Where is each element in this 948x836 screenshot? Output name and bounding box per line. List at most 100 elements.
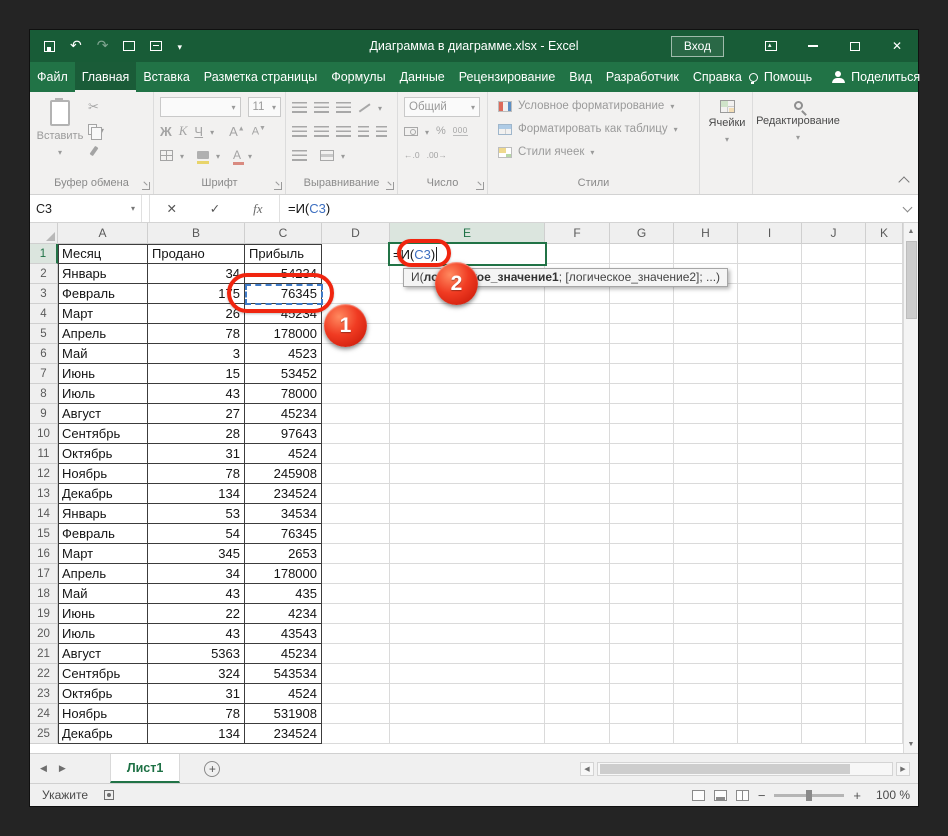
row-header-17[interactable]: 17: [30, 564, 58, 584]
cell-A3[interactable]: Февраль: [58, 284, 148, 304]
cell-D16[interactable]: [322, 544, 390, 564]
column-header-B[interactable]: B: [148, 223, 245, 244]
cell-E5[interactable]: [390, 324, 545, 344]
cell-J15[interactable]: [802, 524, 866, 544]
ribbon-tab[interactable]: Справка: [686, 62, 749, 92]
cell-C25[interactable]: 234524: [245, 724, 322, 744]
cell-C24[interactable]: 531908: [245, 704, 322, 724]
cell-H13[interactable]: [674, 484, 738, 504]
font-color-button[interactable]: А: [233, 149, 245, 165]
row-header-19[interactable]: 19: [30, 604, 58, 624]
cell-K8[interactable]: [866, 384, 903, 404]
cell-K7[interactable]: [866, 364, 903, 384]
cell-J9[interactable]: [802, 404, 866, 424]
cell-I6[interactable]: [738, 344, 802, 364]
cell-F20[interactable]: [545, 624, 610, 644]
cell-H7[interactable]: [674, 364, 738, 384]
cell-D7[interactable]: [322, 364, 390, 384]
cell-H19[interactable]: [674, 604, 738, 624]
row-header-5[interactable]: 5: [30, 324, 58, 344]
cell-F23[interactable]: [545, 684, 610, 704]
cell-H14[interactable]: [674, 504, 738, 524]
cell-B15[interactable]: 54: [148, 524, 245, 544]
vertical-scroll-thumb[interactable]: [905, 241, 917, 319]
cell-C23[interactable]: 4524: [245, 684, 322, 704]
cell-C11[interactable]: 4524: [245, 444, 322, 464]
ribbon-tab[interactable]: Рецензирование: [452, 62, 563, 92]
cell-C13[interactable]: 234524: [245, 484, 322, 504]
cell-F1[interactable]: [545, 244, 610, 264]
cell-B25[interactable]: 134: [148, 724, 245, 744]
borders-icon[interactable]: [160, 149, 173, 161]
cell-D14[interactable]: [322, 504, 390, 524]
redo-button[interactable]: [97, 30, 109, 62]
bold-button[interactable]: Ж: [160, 124, 172, 139]
cell-A2[interactable]: Январь: [58, 264, 148, 284]
align-bottom-icon[interactable]: [336, 101, 351, 113]
orientation-icon[interactable]: [358, 102, 371, 113]
cell-G17[interactable]: [610, 564, 674, 584]
cell-C19[interactable]: 4234: [245, 604, 322, 624]
cell-J8[interactable]: [802, 384, 866, 404]
row-header-13[interactable]: 13: [30, 484, 58, 504]
copy-button[interactable]: [88, 121, 104, 140]
name-box[interactable]: C3 ▾: [30, 195, 142, 222]
cell-I20[interactable]: [738, 624, 802, 644]
cell-I10[interactable]: [738, 424, 802, 444]
paste-button[interactable]: Вставить: [36, 96, 84, 177]
scroll-up-icon[interactable]: ▲: [904, 223, 918, 240]
cell-A23[interactable]: Октябрь: [58, 684, 148, 704]
cell-B19[interactable]: 22: [148, 604, 245, 624]
row-header-11[interactable]: 11: [30, 444, 58, 464]
cell-B22[interactable]: 324: [148, 664, 245, 684]
row-header-21[interactable]: 21: [30, 644, 58, 664]
ribbon-tab[interactable]: Разработчик: [599, 62, 686, 92]
cell-B16[interactable]: 345: [148, 544, 245, 564]
cell-G19[interactable]: [610, 604, 674, 624]
cell-E19[interactable]: [390, 604, 545, 624]
cell-A13[interactable]: Декабрь: [58, 484, 148, 504]
cell-H22[interactable]: [674, 664, 738, 684]
cell-H5[interactable]: [674, 324, 738, 344]
cell-E14[interactable]: [390, 504, 545, 524]
cell-I21[interactable]: [738, 644, 802, 664]
row-header-10[interactable]: 10: [30, 424, 58, 444]
row-header-6[interactable]: 6: [30, 344, 58, 364]
cell-F21[interactable]: [545, 644, 610, 664]
cell-G13[interactable]: [610, 484, 674, 504]
cell-H4[interactable]: [674, 304, 738, 324]
cell-G6[interactable]: [610, 344, 674, 364]
cell-G4[interactable]: [610, 304, 674, 324]
save-button[interactable]: [44, 30, 55, 62]
cell-B6[interactable]: 3: [148, 344, 245, 364]
cell-K9[interactable]: [866, 404, 903, 424]
cell-G21[interactable]: [610, 644, 674, 664]
increase-indent-icon[interactable]: [376, 125, 387, 137]
cell-D13[interactable]: [322, 484, 390, 504]
cell-J12[interactable]: [802, 464, 866, 484]
vertical-scrollbar[interactable]: ▲ ▼: [903, 223, 918, 753]
row-header-12[interactable]: 12: [30, 464, 58, 484]
decrease-indent-icon[interactable]: [358, 125, 369, 137]
cell-H3[interactable]: [674, 284, 738, 304]
merge-center-icon[interactable]: [320, 149, 334, 161]
cell-D1[interactable]: [322, 244, 390, 264]
cancel-formula-button[interactable]: ✕: [166, 201, 176, 216]
horizontal-scrollbar[interactable]: ◀ ▶: [580, 762, 910, 776]
cell-G1[interactable]: [610, 244, 674, 264]
scroll-left-icon[interactable]: ◀: [580, 762, 594, 776]
scroll-down-icon[interactable]: ▼: [904, 736, 918, 753]
row-header-18[interactable]: 18: [30, 584, 58, 604]
cell-I13[interactable]: [738, 484, 802, 504]
cell-C12[interactable]: 245908: [245, 464, 322, 484]
cell-H8[interactable]: [674, 384, 738, 404]
ribbon-tab[interactable]: Разметка страницы: [197, 62, 324, 92]
zoom-in-button[interactable]: +: [853, 788, 861, 803]
cell-J22[interactable]: [802, 664, 866, 684]
cell-E10[interactable]: [390, 424, 545, 444]
cell-A17[interactable]: Апрель: [58, 564, 148, 584]
cells-button[interactable]: Ячейки: [709, 96, 745, 177]
column-header-J[interactable]: J: [802, 223, 866, 244]
number-format-select[interactable]: Общий: [404, 97, 480, 117]
cell-A21[interactable]: Август: [58, 644, 148, 664]
